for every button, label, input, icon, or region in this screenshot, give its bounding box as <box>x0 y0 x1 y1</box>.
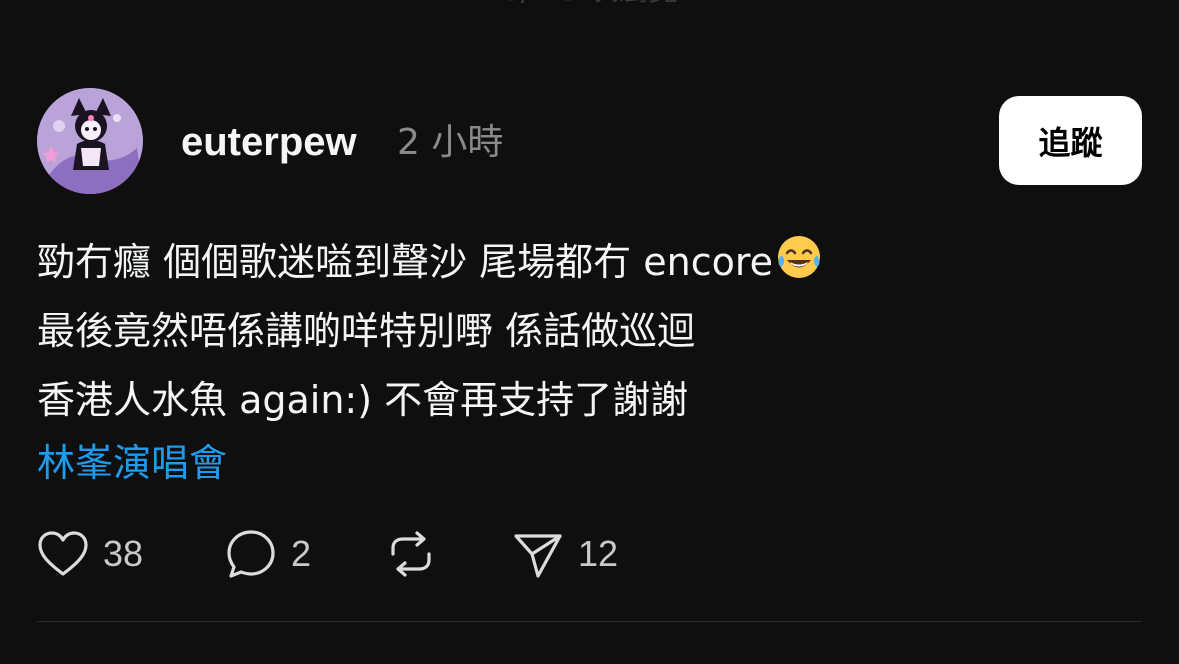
like-button[interactable]: 38 <box>37 526 143 582</box>
post-timestamp: 2 小時 <box>397 122 504 163</box>
share-count: 12 <box>578 533 619 574</box>
avatar[interactable] <box>37 88 143 194</box>
share-button[interactable]: 12 <box>512 526 618 582</box>
comment-button[interactable]: 2 <box>225 526 311 582</box>
post-body-line-1: 勁冇癮 個個歌迷嗌到聲沙 尾場都冇 encore <box>37 228 1137 297</box>
face-with-tears-of-joy-icon <box>778 236 821 278</box>
avatar-illustration <box>37 88 143 194</box>
topic-tag-link[interactable]: 林峯演唱會 <box>37 436 227 490</box>
like-count: 38 <box>103 533 144 574</box>
comment-count: 2 <box>291 533 312 574</box>
post-body-line-3: 香港人水魚 again:) 不會再支持了謝謝 <box>37 378 689 422</box>
heart-icon <box>38 531 88 576</box>
follow-button[interactable]: 追蹤 <box>999 96 1142 185</box>
username[interactable]: euterpew <box>181 118 357 166</box>
repost-button[interactable] <box>385 526 437 582</box>
post-text-line-1: 勁冇癮 個個歌迷嗌到聲沙 尾場都冇 encore <box>37 240 774 284</box>
repost-icon <box>391 531 431 577</box>
send-paper-plane-icon <box>514 534 562 578</box>
post-divider <box>37 621 1142 622</box>
view-count-text: 8/ 13 次瀏覽 <box>480 0 700 8</box>
comment-bubble-icon <box>227 530 275 578</box>
post-body: 勁冇癮 個個歌迷嗌到聲沙 尾場都冇 encore 最後竟然唔係講啲咩特別嘢 係話… <box>37 228 1137 435</box>
post-body-line-2: 最後竟然唔係講啲咩特別嘢 係話做巡迴 <box>37 309 696 353</box>
threads-post-screen: 8/ 13 次瀏覽 euterpew 2 小時 追蹤 勁冇癮 個個歌迷嗌到聲沙 … <box>0 0 1179 664</box>
